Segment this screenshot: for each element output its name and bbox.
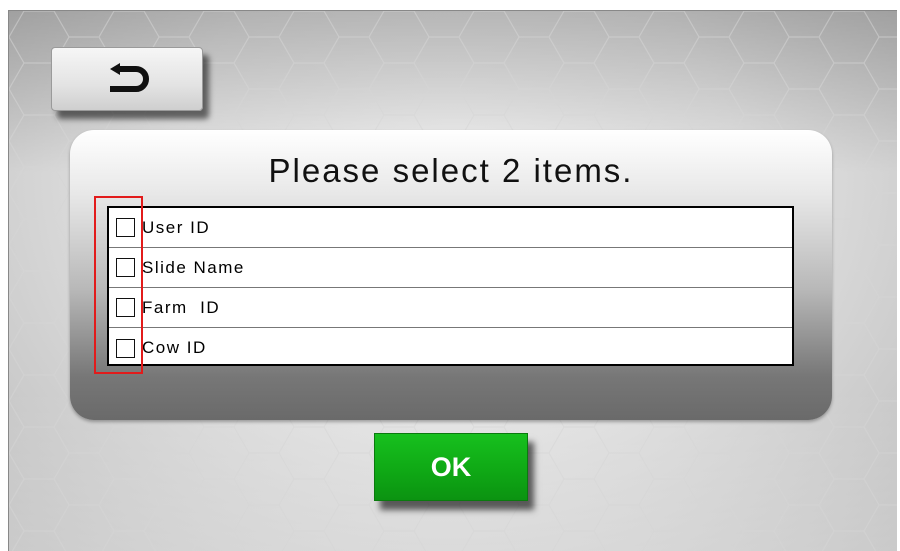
item-label: Slide Name bbox=[142, 257, 245, 277]
list-item-farm-id[interactable]: Farm ID bbox=[109, 288, 792, 328]
back-button[interactable] bbox=[51, 47, 203, 111]
item-label: User ID bbox=[142, 217, 211, 237]
item-label: Farm ID bbox=[142, 297, 221, 317]
back-arrow-icon bbox=[110, 63, 149, 92]
item-list: User ID Slide Name Farm ID Cow ID bbox=[107, 206, 794, 366]
ok-label: OK bbox=[430, 451, 472, 482]
dialog-title: Please select 2 items. bbox=[268, 152, 634, 189]
list-item-user-id[interactable]: User ID bbox=[109, 208, 792, 248]
selection-dialog: Please select 2 items. User ID Slide Nam… bbox=[70, 130, 832, 420]
ok-button[interactable]: OK bbox=[374, 433, 528, 501]
checkbox-highlight-box bbox=[94, 196, 143, 374]
list-item-slide-name[interactable]: Slide Name bbox=[109, 248, 792, 288]
item-label: Cow ID bbox=[142, 338, 207, 357]
list-item-cow-id[interactable]: Cow ID bbox=[109, 328, 792, 368]
